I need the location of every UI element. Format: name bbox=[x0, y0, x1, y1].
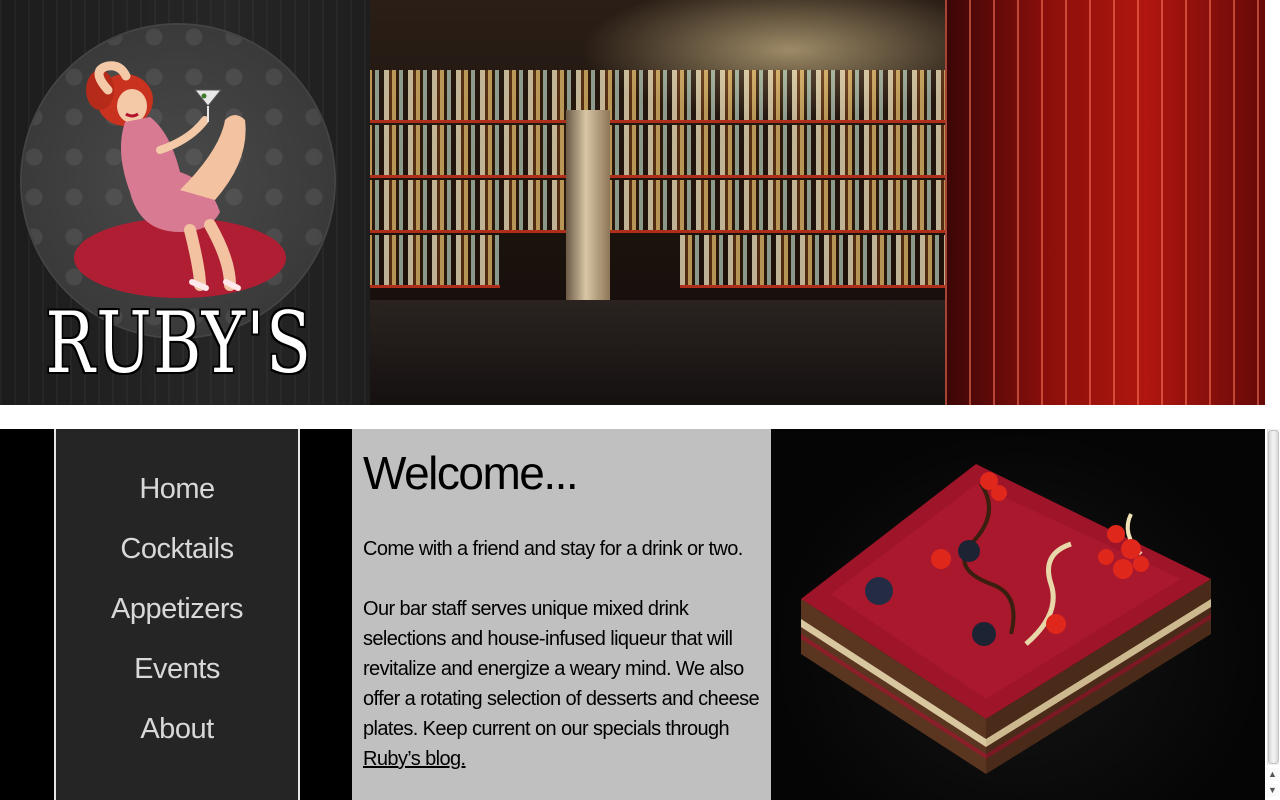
left-margin bbox=[0, 429, 52, 800]
bar-counter bbox=[360, 300, 1000, 405]
bottle-shelf bbox=[680, 235, 970, 288]
brand-logo-text: RUBY'S bbox=[45, 294, 313, 392]
dessert-photo bbox=[771, 429, 1265, 800]
bottle-shelf bbox=[360, 235, 500, 288]
bottle-shelf bbox=[360, 70, 960, 123]
cake-image bbox=[801, 464, 1211, 774]
vertical-scrollbar[interactable]: ▲ ▼ bbox=[1265, 0, 1280, 800]
site-header: RUBY'S bbox=[0, 0, 1280, 405]
description-text: Our bar staff serves unique mixed drink … bbox=[363, 594, 763, 774]
nav-link-cocktails[interactable]: Cocktails bbox=[56, 519, 298, 579]
main-nav: Home Cocktails Appetizers Events About bbox=[54, 429, 300, 800]
nav-list: Home Cocktails Appetizers Events About bbox=[56, 459, 298, 759]
bottle-shelf bbox=[360, 180, 960, 233]
description-body: Our bar staff serves unique mixed drink … bbox=[363, 598, 760, 740]
welcome-panel: Welcome... Come with a friend and stay f… bbox=[352, 429, 771, 800]
nav-link-about[interactable]: About bbox=[56, 699, 298, 759]
nav-link-events[interactable]: Events bbox=[56, 639, 298, 699]
scrollbar-thumb[interactable] bbox=[1268, 430, 1279, 764]
logo-panel: RUBY'S bbox=[0, 0, 370, 405]
bottle-shelf bbox=[360, 125, 960, 178]
red-light-wall bbox=[945, 0, 1280, 405]
scroll-up-icon[interactable]: ▲ bbox=[1266, 768, 1279, 781]
welcome-heading: Welcome... bbox=[363, 447, 579, 499]
nav-link-appetizers[interactable]: Appetizers bbox=[56, 579, 298, 639]
main-section: Home Cocktails Appetizers Events About W… bbox=[0, 429, 1265, 800]
pinup-illustration bbox=[86, 61, 246, 291]
scroll-down-icon[interactable]: ▼ bbox=[1266, 784, 1279, 797]
bar-photo bbox=[360, 0, 1280, 405]
column-gap bbox=[300, 429, 352, 800]
nav-link-home[interactable]: Home bbox=[56, 459, 298, 519]
intro-text: Come with a friend and stay for a drink … bbox=[363, 538, 743, 560]
blog-link[interactable]: Ruby’s blog. bbox=[363, 748, 466, 770]
